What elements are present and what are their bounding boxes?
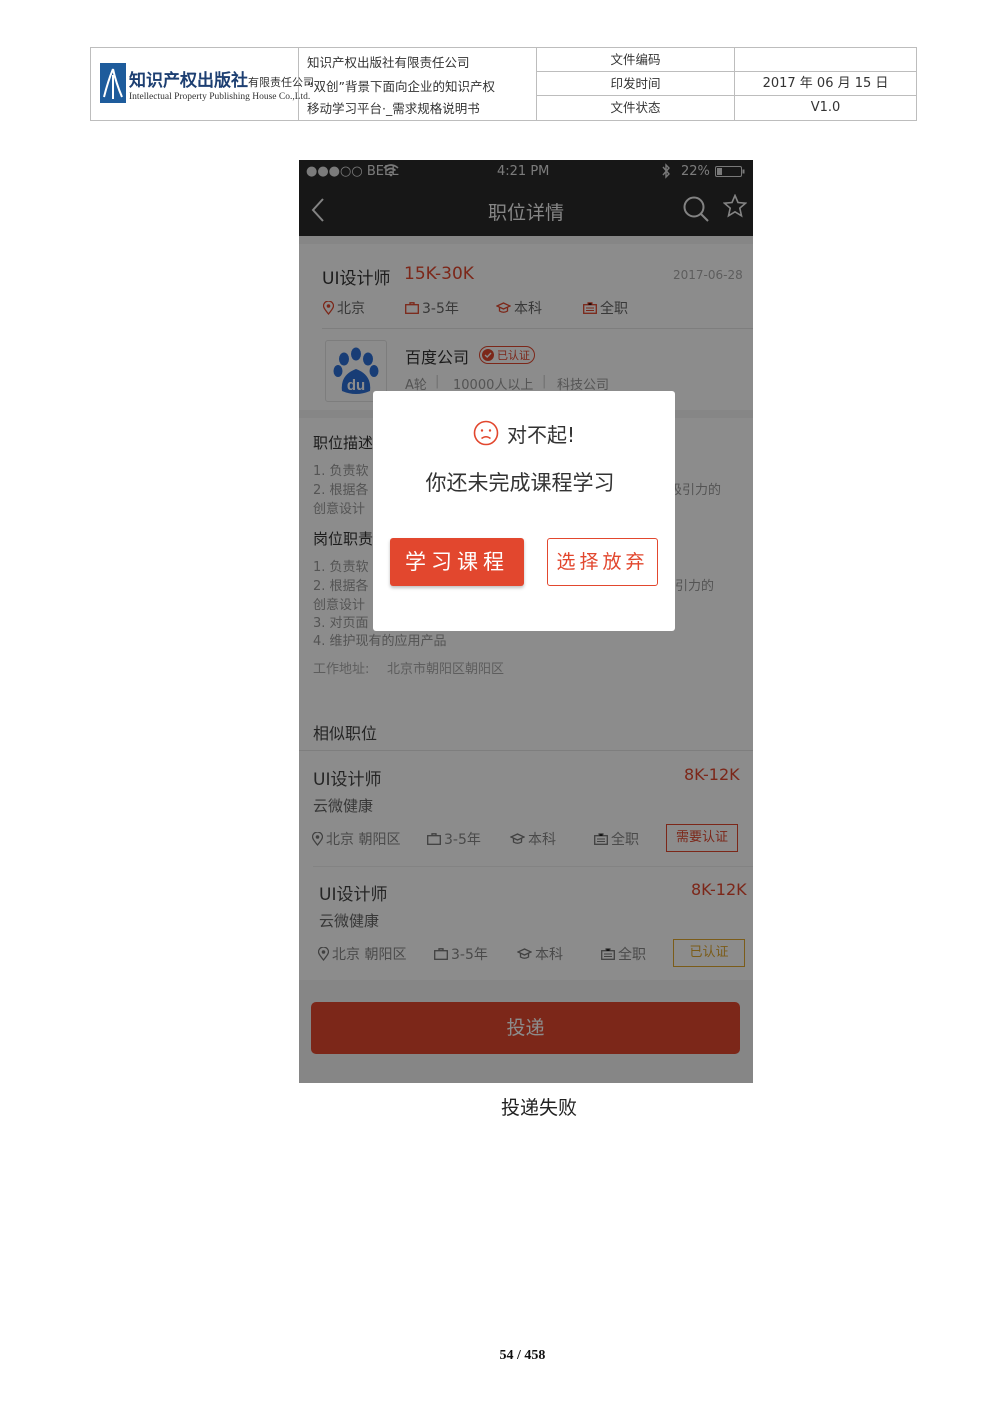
logo-mark-icon <box>100 63 126 103</box>
dialog-title: 对不起! <box>373 419 675 451</box>
publisher-info: 知识产权出版社有限责任公司 “双创”背景下面向企业的知识产权 移动学习平台·_需… <box>299 48 537 120</box>
give-up-button[interactable]: 选择放弃 <box>547 538 658 586</box>
value-file-status: V1.0 <box>810 100 841 115</box>
logo-english-name: Intellectual Property Publishing House C… <box>129 92 311 102</box>
figure-caption: 投递失败 <box>500 1097 577 1119</box>
sad-face-icon <box>473 420 499 451</box>
logo-chinese-name: 知识产权出版社有限责任公司 <box>129 71 314 91</box>
label-issue-date: 印发时间 <box>537 72 735 96</box>
value-issue-date: 2017 年 06 月 15 日 <box>735 72 916 96</box>
value-file-code <box>735 48 916 72</box>
label-file-code: 文件编码 <box>537 48 735 72</box>
label-file-status: 文件状态 <box>537 96 735 120</box>
document-title-line2: 移动学习平台·_需求规格说明书 <box>307 101 480 116</box>
document-header-table: 知识产权出版社有限责任公司 Intellectual Property Publ… <box>90 47 917 121</box>
error-dialog: 对不起! 你还未完成课程学习 学习课程 选择放弃 <box>373 391 675 631</box>
publisher-name: 知识产权出版社有限责任公司 <box>307 55 470 70</box>
dialog-message: 你还未完成课程学习 <box>425 471 615 495</box>
document-title-line1: “双创”背景下面向企业的知识产权 <box>307 79 495 94</box>
study-course-button[interactable]: 学习课程 <box>390 538 524 586</box>
publisher-logo: 知识产权出版社有限责任公司 Intellectual Property Publ… <box>91 48 314 120</box>
page-number: 54 / 458 <box>499 1348 546 1363</box>
